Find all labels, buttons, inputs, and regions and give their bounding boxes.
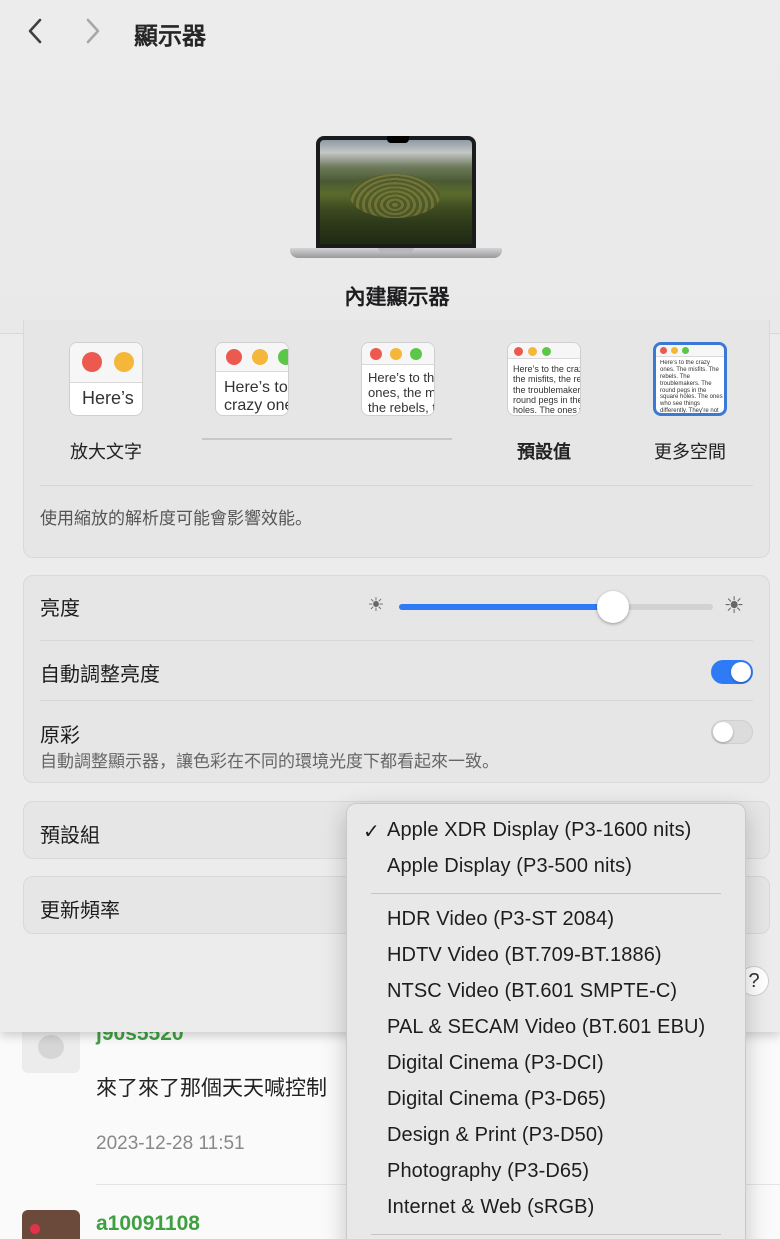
resolution-preview: Here’s	[69, 342, 143, 416]
resolution-label: 更多空間	[654, 442, 726, 462]
auto-brightness-label: 自動調整亮度	[40, 664, 160, 686]
menu-item[interactable]: Digital Cinema (P3-DCI)	[387, 1052, 604, 1075]
forum-message: 來了來了那個天天喊控制	[96, 1077, 327, 1100]
menu-item[interactable]: NTSC Video (BT.601 SMPTE-C)	[387, 980, 677, 1003]
resolution-preview: Here’s to the crazy ones, the misfits, t…	[215, 342, 289, 416]
resolution-option-3[interactable]: Here’s to the crazy ones, the misfits, t…	[343, 342, 453, 462]
forum-timestamp: 2023-12-28 11:51	[96, 1133, 245, 1154]
resolution-label: 預設值	[517, 442, 571, 462]
menu-separator	[371, 893, 721, 894]
window-header: 顯示器 內建顯示器	[0, 0, 780, 334]
resolution-option-default[interactable]: Here’s to the crazy ones, the misfits, t…	[489, 342, 599, 462]
resolution-preview: Here’s to the crazy ones. The misfits. T…	[653, 342, 727, 416]
menu-item[interactable]: Apple XDR Display (P3-1600 nits)	[387, 819, 691, 842]
divider	[40, 485, 753, 486]
forward-button[interactable]	[78, 14, 108, 48]
avatar[interactable]	[22, 1210, 80, 1239]
menu-item[interactable]: HDTV Video (BT.709-BT.1886)	[387, 944, 662, 967]
preview-text: Here’s to the crazy ones, the misfits, t…	[368, 371, 435, 415]
resolution-label: 放大文字	[70, 442, 142, 462]
resolution-option-2[interactable]: Here’s to the crazy ones, the misfits, t…	[197, 342, 307, 462]
brightness-card: 亮度 ☀ ☀ 自動調整亮度 原彩 自動調整顯示器，讓色彩在不同的環境光度下都看起…	[23, 575, 770, 783]
resolution-note: 使用縮放的解析度可能會影響效能。	[40, 509, 312, 528]
menu-item[interactable]: Digital Cinema (P3-D65)	[387, 1088, 606, 1111]
menu-item[interactable]: PAL & SECAM Video (BT.601 EBU)	[387, 1016, 705, 1039]
preview-text: Here’s	[82, 388, 134, 408]
resolution-card: Here’s 放大文字 Here’s to the crazy ones, th…	[23, 320, 770, 558]
menu-item[interactable]: Photography (P3-D65)	[387, 1160, 589, 1183]
menu-separator	[371, 1234, 721, 1235]
forum-username[interactable]: a10091108	[96, 1212, 200, 1236]
preview-text: Here’s to the crazy ones, the misfits, t…	[513, 364, 581, 416]
preset-dropdown-menu: ✓ Apple XDR Display (P3-1600 nits) Apple…	[346, 803, 746, 1239]
laptop-display-image	[290, 136, 502, 262]
slider-knob[interactable]	[596, 591, 629, 623]
resolution-scale-line	[202, 438, 452, 440]
chevron-right-icon	[86, 18, 100, 44]
divider	[40, 640, 753, 641]
resolution-preview: Here’s to the crazy ones, the misfits, t…	[361, 342, 435, 416]
sun-large-icon: ☀	[723, 592, 745, 618]
menu-item[interactable]: Apple Display (P3-500 nits)	[387, 855, 632, 878]
true-tone-toggle[interactable]	[711, 720, 753, 744]
resolution-option-larger-text[interactable]: Here’s 放大文字	[51, 342, 161, 462]
page-title: 顯示器	[134, 23, 206, 50]
menu-item[interactable]: HDR Video (P3-ST 2084)	[387, 908, 614, 931]
brightness-label: 亮度	[40, 598, 80, 620]
true-tone-description: 自動調整顯示器，讓色彩在不同的環境光度下都看起來一致。	[40, 752, 499, 771]
divider	[40, 700, 753, 701]
brightness-slider[interactable]	[399, 591, 713, 623]
chevron-left-icon	[28, 18, 42, 44]
true-tone-label: 原彩	[40, 725, 80, 747]
preview-text: Here’s to the crazy ones. The misfits. T…	[660, 360, 723, 415]
back-button[interactable]	[20, 14, 50, 48]
refresh-rate-label: 更新頻率	[40, 900, 120, 922]
slider-fill	[399, 604, 613, 610]
preview-text: Here’s to the crazy ones, the misfits, t…	[224, 379, 288, 415]
preset-label: 預設組	[40, 825, 100, 847]
checkmark-icon: ✓	[363, 821, 380, 843]
display-name: 內建顯示器	[344, 286, 450, 309]
resolution-preview: Here’s to the crazy ones, the misfits, t…	[507, 342, 581, 416]
menu-item[interactable]: Design & Print (P3-D50)	[387, 1124, 604, 1147]
auto-brightness-toggle[interactable]	[711, 660, 753, 684]
sun-small-icon: ☀	[367, 595, 385, 616]
resolution-option-more-space[interactable]: Here’s to the crazy ones. The misfits. T…	[635, 342, 745, 462]
menu-item[interactable]: Internet & Web (sRGB)	[387, 1196, 594, 1219]
